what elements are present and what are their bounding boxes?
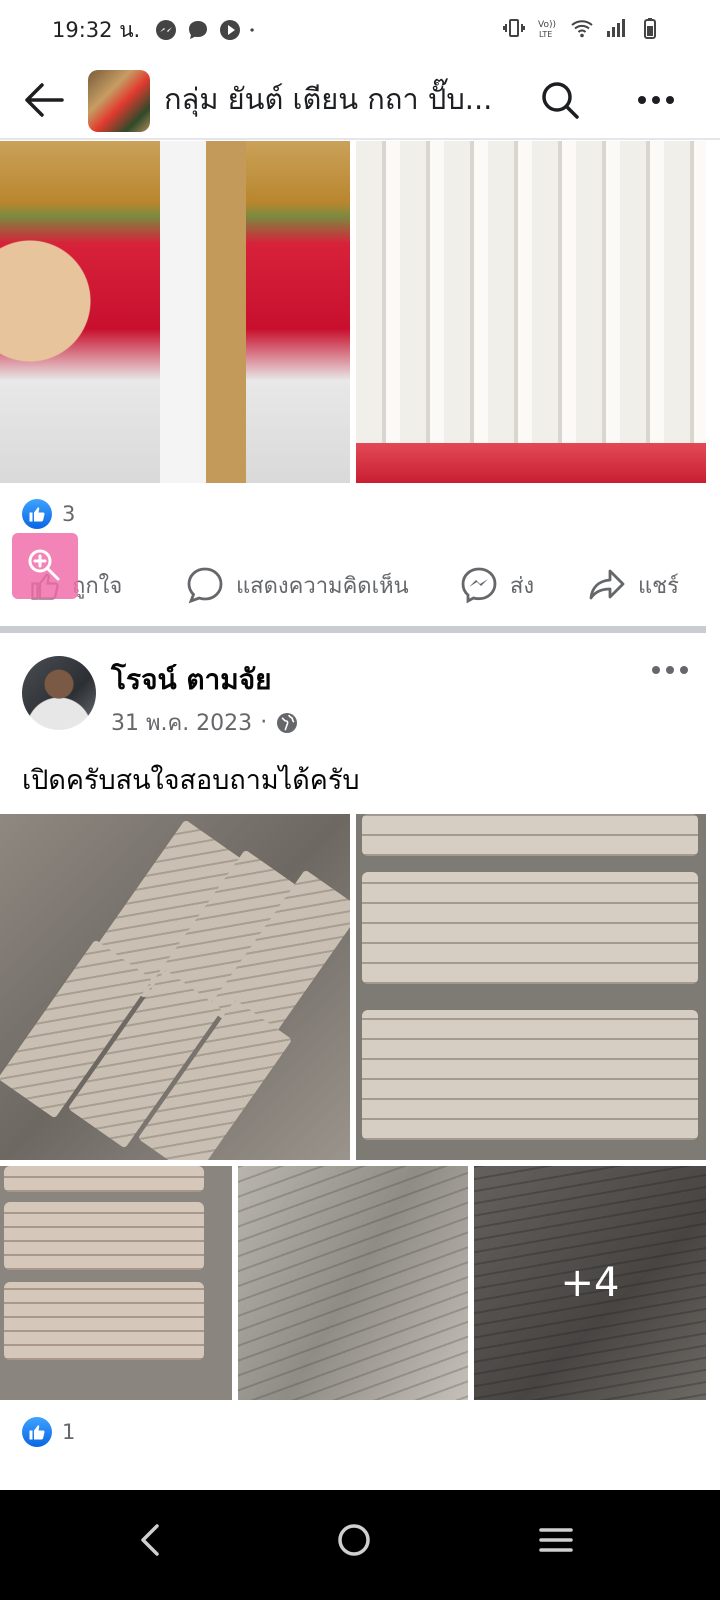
status-time: 19:32 น. — [52, 17, 141, 42]
nav-home-icon[interactable] — [324, 1510, 384, 1570]
post-photo-candles-1[interactable] — [0, 141, 350, 483]
post-photo-manuscripts-2[interactable] — [356, 814, 706, 1160]
messenger-icon — [156, 20, 177, 40]
header-divider — [0, 138, 720, 140]
post1-actions: ถูกใจ แสดงความคิดเห็น ส่ง แชร์ — [0, 556, 720, 616]
post-date[interactable]: 31 พ.ค. 2023 — [111, 705, 252, 740]
post2-reactions[interactable]: 1 — [22, 1416, 75, 1448]
post-photo-manuscripts-3[interactable] — [0, 1166, 232, 1400]
comment-label: แสดงความคิดเห็น — [236, 573, 409, 599]
globe-icon — [277, 712, 298, 733]
signal-icon — [607, 19, 625, 37]
dot-icon — [250, 28, 254, 32]
meta-separator: · — [260, 710, 268, 735]
svg-text:Vo)): Vo)) — [538, 20, 556, 30]
send-button[interactable]: ส่ง — [460, 566, 534, 604]
post-photo-manuscripts-1[interactable] — [0, 814, 350, 1160]
svg-text:LTE: LTE — [539, 30, 552, 39]
volte-icon: Vo))LTE — [538, 20, 556, 39]
comment-button[interactable]: แสดงความคิดเห็น — [186, 566, 409, 604]
back-arrow-icon[interactable] — [22, 80, 66, 120]
battery-icon — [644, 18, 656, 39]
post-photo-candles-2[interactable] — [356, 141, 706, 483]
group-header: กลุ่ม ยันต์ เตียน กถา ปั๊บ... — [0, 62, 720, 138]
avatar[interactable] — [22, 656, 96, 730]
status-left-icons — [154, 18, 260, 42]
post-more-icon[interactable] — [650, 656, 690, 684]
like-reaction-icon — [22, 499, 52, 529]
like-count: 3 — [62, 502, 76, 526]
comment-icon — [187, 567, 223, 604]
zoom-icon — [28, 549, 60, 581]
post-text: เปิดครับสนใจสอบถามได้ครับ — [22, 765, 360, 796]
share-icon — [589, 569, 625, 600]
share-label: แชร์ — [638, 573, 679, 599]
status-bar: 19:32 น. Vo)) LTE — [0, 0, 720, 60]
like-label: ถูกใจ — [72, 574, 123, 599]
more-icon[interactable] — [636, 86, 676, 114]
play-icon — [220, 20, 241, 40]
share-button[interactable]: แชร์ — [588, 566, 679, 604]
chat-icon — [189, 21, 208, 39]
nav-back-icon[interactable] — [120, 1510, 180, 1570]
system-nav-bar — [0, 1490, 720, 1600]
group-name[interactable]: กลุ่ม ยันต์ เตียน กถา ปั๊บ... — [164, 76, 524, 122]
post-author[interactable]: โรจน์ ตามจัย — [111, 658, 272, 702]
like-reaction-icon — [22, 1417, 52, 1447]
post-separator — [0, 626, 706, 633]
send-label: ส่ง — [510, 573, 535, 599]
status-right-icons: Vo)) LTE — [502, 16, 662, 40]
zoom-badge[interactable] — [12, 533, 78, 599]
wifi-icon — [571, 20, 593, 38]
post-meta: 31 พ.ค. 2023 · — [111, 705, 299, 740]
vibrate-icon — [503, 19, 525, 37]
search-icon[interactable] — [540, 80, 580, 120]
nav-recents-icon[interactable] — [526, 1510, 586, 1570]
post1-reactions[interactable]: 3 — [22, 498, 75, 530]
like-count: 1 — [62, 1420, 76, 1444]
group-thumbnail[interactable] — [88, 70, 150, 132]
messenger-send-icon — [461, 567, 497, 604]
post-photo-manuscripts-4[interactable] — [238, 1166, 468, 1400]
more-photos-overlay[interactable]: +4 — [474, 1166, 706, 1400]
